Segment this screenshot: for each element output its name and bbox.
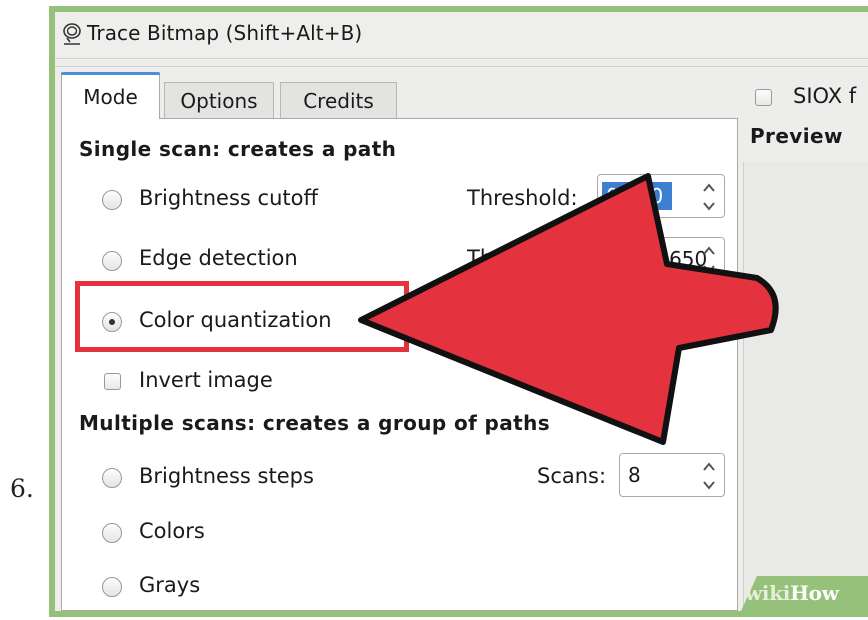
preview-heading: Preview <box>750 124 843 148</box>
colors-label: Colors <box>139 519 205 543</box>
grays-radio[interactable] <box>102 577 122 597</box>
single-scan-heading: Single scan: creates a path <box>79 137 397 161</box>
edge-detection-radio[interactable] <box>102 251 122 271</box>
trace-bitmap-dialog: Trace Bitmap (Shift+Alt+B) Mode Options … <box>55 12 868 611</box>
scans-label: Scans: <box>537 464 607 488</box>
spin-up-icon[interactable] <box>702 460 716 474</box>
title-divider <box>55 66 868 67</box>
brightness-cutoff-radio[interactable] <box>102 190 122 210</box>
siox-checkbox[interactable] <box>755 89 772 106</box>
spin-up-icon[interactable] <box>702 181 716 195</box>
scans-spinner[interactable]: 8 <box>619 453 725 497</box>
wikihow-watermark: wikiHow <box>727 576 868 611</box>
colors-radio[interactable] <box>102 523 122 543</box>
multiple-scans-heading: Multiple scans: creates a group of paths <box>79 411 551 435</box>
mode-panel: Single scan: creates a path Brightness c… <box>61 118 738 611</box>
spin-up-icon[interactable] <box>702 244 716 258</box>
watermark-how: How <box>790 581 839 605</box>
grays-label: Grays <box>139 573 201 597</box>
scans-value: 8 <box>628 463 641 487</box>
threshold-label: Threshold: <box>467 246 578 270</box>
active-tab-indicator <box>61 72 160 75</box>
spin-down-icon[interactable] <box>702 478 716 492</box>
threshold-label: Threshold: <box>467 186 578 210</box>
spin-down-icon[interactable] <box>702 199 716 213</box>
edge-threshold-spinner[interactable]: 0.650 <box>597 237 725 281</box>
brightness-threshold-spinner[interactable]: 0.450 <box>597 174 725 218</box>
tab-label: Mode <box>83 85 138 109</box>
window-title: Trace Bitmap (Shift+Alt+B) <box>87 21 363 45</box>
threshold-value-selected: 0.450 <box>602 182 672 210</box>
preview-area <box>743 162 868 611</box>
highlight-box <box>75 281 409 352</box>
title-bar: Trace Bitmap (Shift+Alt+B) <box>55 12 868 59</box>
tab-options[interactable]: Options <box>164 82 274 118</box>
invert-image-checkbox[interactable] <box>104 373 121 390</box>
brightness-cutoff-label: Brightness cutoff <box>139 186 318 210</box>
tab-label: Credits <box>303 89 374 113</box>
edge-detection-label: Edge detection <box>139 246 298 270</box>
brightness-steps-label: Brightness steps <box>139 464 314 488</box>
tab-label: Options <box>180 89 258 113</box>
invert-image-label: Invert image <box>139 368 273 392</box>
tab-credits[interactable]: Credits <box>280 82 397 118</box>
brightness-steps-radio[interactable] <box>102 468 122 488</box>
tab-mode[interactable]: Mode <box>61 72 160 119</box>
step-number: 6. <box>10 474 34 503</box>
trace-bitmap-icon <box>63 23 81 45</box>
siox-label: SIOX f <box>793 84 857 108</box>
watermark-wiki: wiki <box>745 581 791 605</box>
spin-down-icon[interactable] <box>702 262 716 276</box>
